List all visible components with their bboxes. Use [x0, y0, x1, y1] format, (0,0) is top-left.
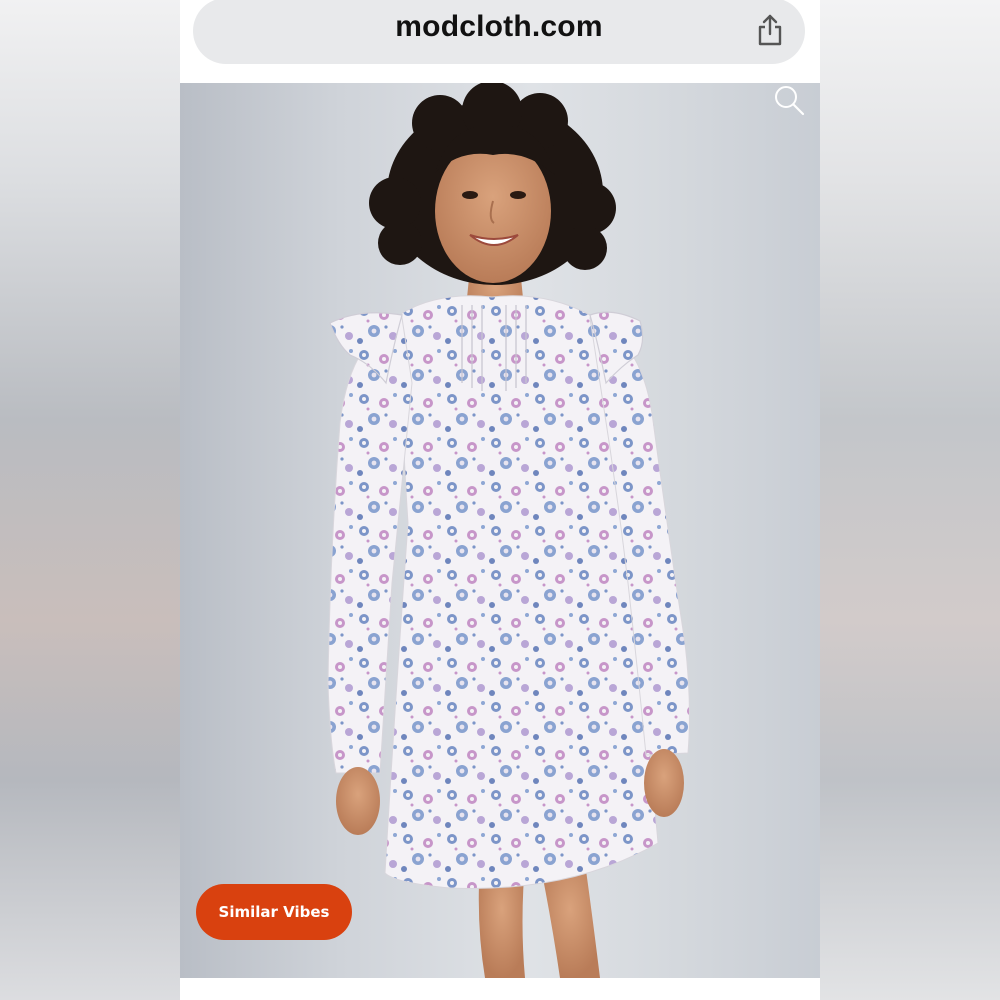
url-text: modcloth.com: [395, 10, 603, 43]
background-blur-right: [820, 0, 1000, 1000]
product-photo-illustration: [327, 83, 690, 978]
similar-vibes-button[interactable]: Similar Vibes: [196, 884, 352, 940]
search-icon[interactable]: [772, 83, 806, 117]
address-bar[interactable]: modcloth.com: [193, 0, 805, 64]
phone-screen: modcloth.com Similar Vibes: [180, 0, 820, 1000]
product-image[interactable]: Similar Vibes: [180, 83, 820, 978]
background-blur-left: [0, 0, 180, 1000]
bottom-bar: [180, 978, 820, 1000]
share-icon[interactable]: [753, 12, 787, 48]
